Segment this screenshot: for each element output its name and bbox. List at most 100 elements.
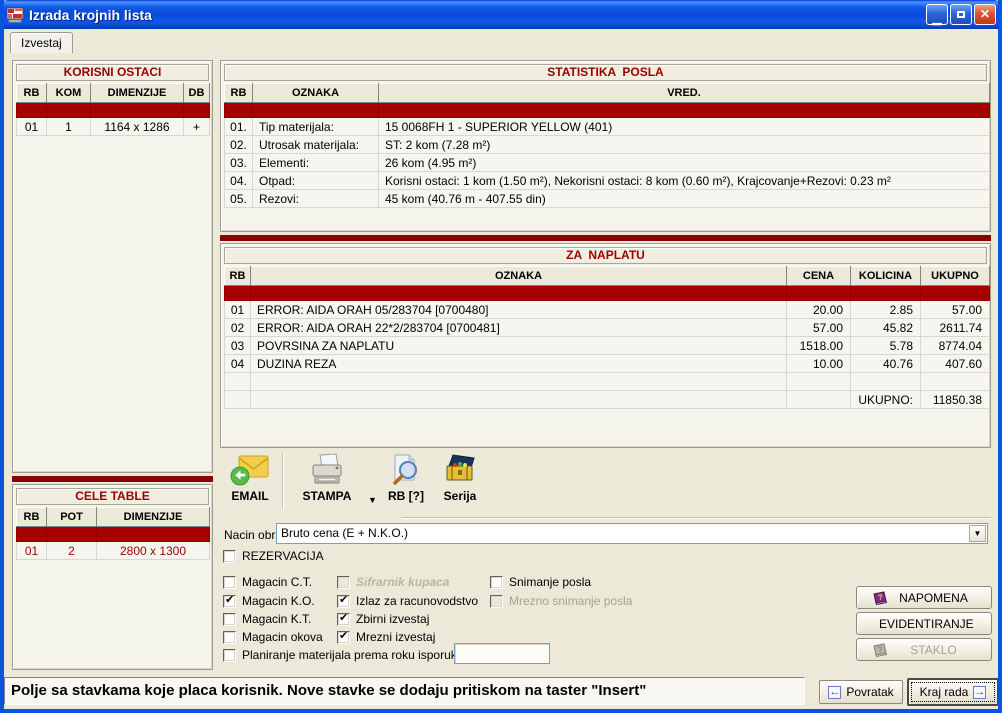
- checkbox-box[interactable]: [223, 613, 236, 626]
- book-icon: ?: [871, 643, 888, 657]
- checkbox-magacin-ct[interactable]: Magacin C.T.: [223, 575, 312, 589]
- rb-help-button[interactable]: RB [?]: [378, 453, 434, 503]
- table-row[interactable]: 01. Tip materijala: 15 0068FH 1 - SUPERI…: [225, 118, 990, 136]
- maximize-icon[interactable]: [950, 4, 972, 25]
- checkbox-box[interactable]: [223, 595, 236, 608]
- planiranje-date-input[interactable]: [454, 643, 550, 664]
- checkbox-label: Magacin C.T.: [242, 575, 312, 589]
- col-ukupno[interactable]: UKUPNO: [921, 267, 990, 286]
- col-dimenzije[interactable]: DIMENZIJE: [97, 508, 210, 527]
- col-pot[interactable]: POT: [47, 508, 97, 527]
- price-mode-value: Bruto cena (E + N.K.O.): [281, 526, 408, 540]
- table-row[interactable]: 04 DUZINA REZA 10.00 40.76 407.60: [225, 355, 990, 373]
- total-label: UKUPNO:: [851, 391, 921, 409]
- checkbox-mrezni-izvestaj[interactable]: Mrezni izvestaj: [337, 630, 435, 644]
- checkbox-box[interactable]: [223, 576, 236, 589]
- checkbox-box[interactable]: [337, 613, 350, 626]
- staklo-button: ? STAKLO: [856, 638, 992, 661]
- close-icon[interactable]: ✕: [974, 4, 996, 25]
- col-oznaka[interactable]: OZNAKA: [253, 84, 379, 103]
- checkbox-rezervacija[interactable]: REZERVACIJA: [223, 549, 324, 563]
- napomena-button[interactable]: ? NAPOMENA: [856, 586, 992, 609]
- table-row[interactable]: 01 1 1164 x 1286 +: [17, 118, 210, 136]
- panel-cele-table: CELE TABLE RB POT DIMENZIJE 01 2 2800 x …: [12, 484, 213, 670]
- kraj-rada-button[interactable]: Kraj rada →: [907, 678, 999, 706]
- table-row[interactable]: 03 POVRSINA ZA NAPLATU 1518.00 5.78 8774…: [225, 337, 990, 355]
- checkbox-box[interactable]: [223, 550, 236, 563]
- titlebar[interactable]: Izrada krojnih lista ▁ ✕: [0, 0, 1002, 29]
- checkbox-box: [490, 595, 503, 608]
- checkbox-zbirni-izvestaj[interactable]: Zbirni izvestaj: [337, 612, 429, 626]
- korisni-ostaci-table[interactable]: RB KOM DIMENZIJE DB 01 1 1164 x 1286 +: [16, 83, 210, 136]
- col-db[interactable]: DB: [184, 84, 210, 103]
- rb-search-icon: [387, 453, 425, 487]
- table-row[interactable]: 05. Rezovi: 45 kom (40.76 m - 407.55 din…: [225, 190, 990, 208]
- checkbox-snimanje-posla[interactable]: Snimanje posla: [490, 575, 591, 589]
- povratak-button[interactable]: ← Povratak: [819, 680, 903, 704]
- app-window: Izrada krojnih lista ▁ ✕ Izvestaj KORISN…: [0, 0, 1002, 713]
- col-dimenzije[interactable]: DIMENZIJE: [91, 84, 184, 103]
- povratak-label: Povratak: [846, 685, 893, 699]
- cele-table-title: CELE TABLE: [16, 488, 209, 505]
- table-header-row: RB OZNAKA VRED.: [225, 84, 990, 103]
- col-rb[interactable]: RB: [17, 84, 47, 103]
- price-mode-select[interactable]: Bruto cena (E + N.K.O.) ▼: [276, 523, 988, 544]
- checkbox-label: Zbirni izvestaj: [356, 612, 429, 626]
- cele-table[interactable]: RB POT DIMENZIJE 01 2 2800 x 1300: [16, 507, 210, 560]
- minimize-icon[interactable]: ▁: [926, 4, 948, 25]
- table-row[interactable]: 03. Elementi: 26 kom (4.95 m²): [225, 154, 990, 172]
- col-vred[interactable]: VRED.: [379, 84, 990, 103]
- table-header-row: RB KOM DIMENZIJE DB: [17, 84, 210, 103]
- col-cena[interactable]: CENA: [787, 267, 851, 286]
- statistika-table[interactable]: RB OZNAKA VRED. 01. Tip materijala: 15 0…: [224, 83, 990, 208]
- table-row[interactable]: 04. Otpad: Korisni ostaci: 1 kom (1.50 m…: [225, 172, 990, 190]
- checkbox-magacin-okova[interactable]: Magacin okova: [223, 630, 323, 644]
- za-naplatu-table[interactable]: RB OZNAKA CENA KOLICINA UKUPNO 01 ERROR:…: [224, 266, 990, 409]
- rb-help-label: RB [?]: [388, 489, 424, 503]
- checkbox-sifrarnik-kupaca: Sifrarnik kupaca: [337, 575, 449, 589]
- dropdown-arrow-icon[interactable]: ▼: [969, 525, 986, 542]
- checkbox-label: Snimanje posla: [509, 575, 591, 589]
- stampa-dropdown-arrow-icon[interactable]: ▼: [368, 495, 377, 505]
- email-button[interactable]: EMAIL: [223, 453, 277, 503]
- checkbox-planiranje-materijala[interactable]: Planiranje materijala prema roku isporuk…: [223, 648, 463, 662]
- checkbox-izlaz-za-racunovodstvo[interactable]: Izlaz za racunovodstvo: [337, 594, 478, 608]
- evidentiranje-button[interactable]: ? EVIDENTIRANJE: [856, 612, 992, 635]
- serija-label: Serija: [444, 489, 477, 503]
- checkbox-box[interactable]: [490, 576, 503, 589]
- book-icon: ?: [871, 591, 888, 605]
- checkbox-label: Magacin K.T.: [242, 612, 311, 626]
- panel-statistika-posla: STATISTIKA POSLA RB OZNAKA VRED. 01. Tip…: [220, 60, 991, 232]
- table-row[interactable]: 01 2 2800 x 1300: [17, 542, 210, 560]
- serija-button[interactable]: Serija: [434, 453, 486, 503]
- tab-izvestaj[interactable]: Izvestaj: [10, 32, 73, 53]
- selected-empty-row: [17, 103, 210, 118]
- korisni-ostaci-title: KORISNI OSTACI: [16, 64, 209, 81]
- email-label: EMAIL: [231, 489, 268, 503]
- checkbox-magacin-ko[interactable]: Magacin K.O.: [223, 594, 315, 608]
- checkbox-label: Sifrarnik kupaca: [356, 575, 449, 589]
- total-row: UKUPNO: 11850.38: [225, 391, 990, 409]
- col-rb[interactable]: RB: [225, 84, 253, 103]
- checkbox-box[interactable]: [223, 631, 236, 644]
- col-oznaka[interactable]: OZNAKA: [251, 267, 787, 286]
- table-row[interactable]: 02 ERROR: AIDA ORAH 22*2/283704 [0700481…: [225, 319, 990, 337]
- checkbox-box[interactable]: [337, 595, 350, 608]
- table-row[interactable]: 01 ERROR: AIDA ORAH 05/283704 [0700480] …: [225, 301, 990, 319]
- col-rb[interactable]: RB: [225, 267, 251, 286]
- email-icon: [230, 453, 270, 487]
- empty-row: [225, 373, 990, 391]
- checkbox-magacin-kt[interactable]: Magacin K.T.: [223, 612, 311, 626]
- col-kom[interactable]: KOM: [47, 84, 91, 103]
- col-rb[interactable]: RB: [17, 508, 47, 527]
- checkbox-label: Magacin K.O.: [242, 594, 315, 608]
- col-kolicina[interactable]: KOLICINA: [851, 267, 921, 286]
- checkbox-label: Mrezni izvestaj: [356, 630, 435, 644]
- selected-empty-row: [17, 527, 210, 542]
- toolbar: EMAIL STAMPA ▼ RB [?]: [220, 451, 991, 519]
- checkbox-box[interactable]: [337, 631, 350, 644]
- checkbox-box[interactable]: [223, 649, 236, 662]
- table-row[interactable]: 02. Utrosak materijala: ST: 2 kom (7.28 …: [225, 136, 990, 154]
- table-header-row: RB POT DIMENZIJE: [17, 508, 210, 527]
- stampa-button[interactable]: STAMPA: [290, 453, 364, 503]
